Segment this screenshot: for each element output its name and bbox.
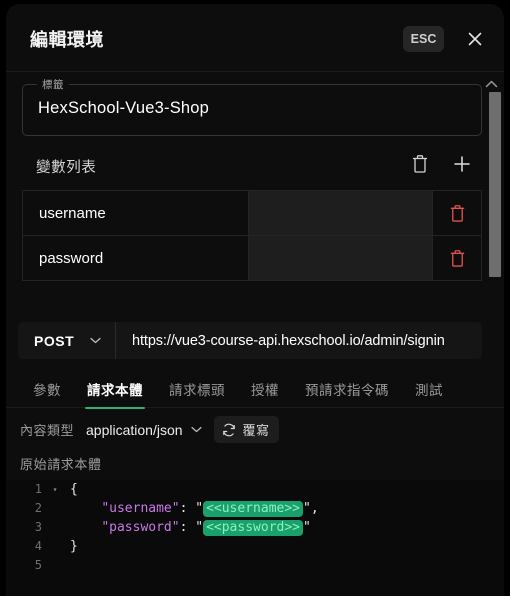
environment-pane: 標籤 HexSchool-Vue3-Shop 變數列表 username pas… (6, 72, 504, 302)
content-type-row: 內容類型 application/json 覆寫 (20, 416, 279, 443)
code-token: " (303, 520, 311, 535)
scrollbar-thumb[interactable] (489, 92, 501, 277)
variables-table: username password (22, 190, 482, 281)
close-button[interactable] (462, 26, 488, 52)
close-icon (468, 32, 482, 46)
code-token: " (195, 501, 204, 516)
tab-authorization[interactable]: 授權 (238, 376, 292, 409)
scrollbar-track[interactable] (488, 92, 501, 292)
refresh-icon (222, 423, 235, 436)
variable-list-actions (408, 152, 474, 176)
overwrite-button[interactable]: 覆寫 (213, 416, 279, 443)
code-token: " (195, 520, 204, 535)
chevron-down-icon (190, 426, 202, 433)
code-token: { (70, 482, 78, 497)
trash-icon (412, 155, 428, 173)
code-line: 4} (6, 537, 504, 556)
tab-pre-request-script[interactable]: 預請求指令碼 (292, 376, 402, 409)
variable-name-input[interactable]: username (23, 191, 249, 235)
overwrite-label: 覆寫 (242, 423, 270, 438)
url-bar: POST https://vue3-course-api.hexschool.i… (18, 322, 482, 359)
add-variable-button[interactable] (450, 152, 474, 176)
line-number: 5 (34, 558, 42, 572)
code-line: 5 (6, 556, 504, 575)
http-method-label: POST (34, 332, 75, 349)
line-number: 1 (34, 482, 42, 496)
delete-all-variables-button[interactable] (408, 152, 432, 176)
modal-header: 編輯環境 ESC (6, 4, 504, 72)
plus-icon (454, 156, 470, 172)
environment-label-field[interactable]: 標籤 HexSchool-Vue3-Shop (22, 77, 482, 136)
request-tabs: 參數 請求本體 請求標頭 授權 預請求指令碼 測試 (6, 376, 504, 409)
delete-variable-button[interactable] (433, 236, 481, 280)
variable-list-title: 變數列表 (36, 160, 97, 176)
line-number: 4 (34, 539, 42, 553)
tab-body[interactable]: 請求本體 (74, 376, 156, 409)
code-token: "username" (101, 501, 180, 516)
delete-variable-button[interactable] (433, 191, 481, 235)
code-text: "username": " <<username>> ", (64, 499, 504, 518)
variable-value-input[interactable] (249, 191, 433, 235)
code-token: } (70, 539, 78, 554)
code-text: "password": " <<password>> " (64, 518, 504, 537)
code-line: 3 "password": " <<password>> " (6, 518, 504, 537)
app-root: 編輯環境 ESC 標籤 HexSchool-Vue3-Shop 變數列表 use… (0, 0, 510, 596)
content-type-select[interactable]: application/json (86, 422, 202, 438)
code-token: "password" (101, 520, 180, 535)
chevron-up-icon (485, 80, 497, 88)
code-text: } (64, 537, 504, 556)
edit-environment-modal: 編輯環境 ESC 標籤 HexSchool-Vue3-Shop 變數列表 use… (6, 4, 504, 596)
code-token: , (310, 501, 319, 516)
code-text: { (64, 480, 504, 499)
url-input[interactable]: https://vue3-course-api.hexschool.io/adm… (116, 333, 482, 349)
variable-value-input[interactable] (249, 236, 433, 280)
esc-button[interactable]: ESC (403, 26, 444, 52)
trash-icon (450, 249, 464, 267)
http-method-select[interactable]: POST (18, 322, 116, 359)
line-number: 3 (34, 520, 42, 534)
code-token: : (179, 501, 196, 516)
code-fold-toggle-icon[interactable]: ▾ (46, 480, 64, 499)
line-number: 2 (34, 501, 42, 515)
request-section: POST https://vue3-course-api.hexschool.i… (6, 302, 504, 596)
tab-tests[interactable]: 測試 (402, 376, 456, 409)
tab-params[interactable]: 參數 (20, 376, 74, 409)
template-variable-chip[interactable]: <<password>> (203, 520, 303, 536)
variable-list-header: 變數列表 (6, 150, 488, 184)
scroll-up-button[interactable] (482, 78, 500, 90)
trash-icon (450, 204, 464, 222)
environment-label-legend: 標籤 (37, 77, 69, 92)
environment-label-value[interactable]: HexSchool-Vue3-Shop (38, 99, 209, 118)
raw-body-label: 原始請求本體 (20, 457, 102, 472)
chevron-down-icon (90, 337, 101, 344)
tab-headers[interactable]: 請求標頭 (156, 376, 238, 409)
content-type-value: application/json (86, 421, 183, 438)
raw-body-editor[interactable]: 1 ▾{2 "username": " <<username>> ", 3 "passw… (6, 480, 504, 596)
table-row: password (23, 236, 481, 281)
code-token: : (179, 520, 196, 535)
variable-name-input[interactable]: password (23, 236, 249, 280)
content-type-label: 內容類型 (20, 423, 75, 438)
template-variable-chip[interactable]: <<username>> (203, 501, 303, 517)
table-row: username (23, 191, 481, 236)
code-token: " (303, 501, 311, 516)
code-line: 2 "username": " <<username>> ", (6, 499, 504, 518)
code-line: 1 ▾ { (6, 480, 504, 499)
page-title: 編輯環境 (30, 30, 104, 50)
